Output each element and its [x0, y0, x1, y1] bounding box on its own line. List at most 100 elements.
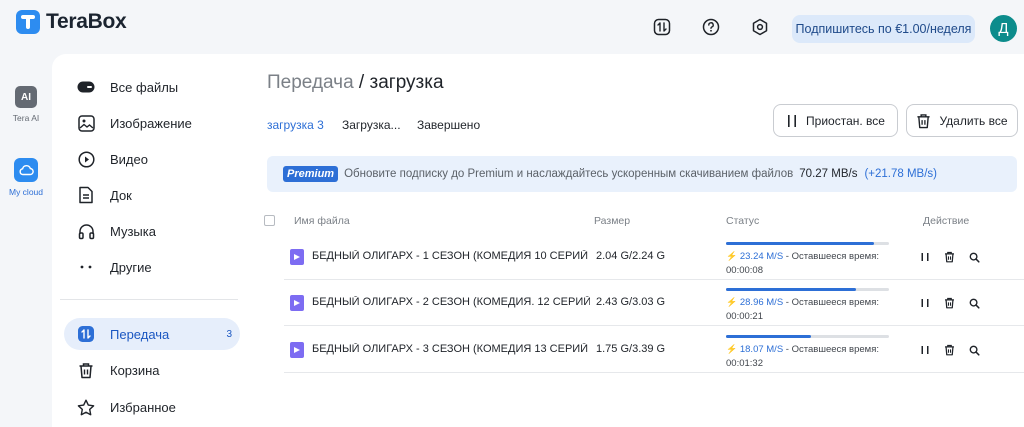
remaining-label: - Оставшееся время:	[783, 344, 879, 355]
trash-icon	[917, 113, 931, 128]
logo-text: TeraBox	[46, 10, 127, 33]
sidebar-item-label: Передача	[110, 326, 170, 342]
remaining-time: 00:01:32	[726, 358, 763, 369]
file-size: 1.75 G/3.39 G	[596, 343, 666, 355]
video-icon	[76, 149, 96, 169]
sidebar-item-other[interactable]: Другие	[64, 251, 240, 283]
headphones-icon	[76, 221, 96, 241]
star-icon	[76, 397, 96, 417]
sidebar-item-label: Музыка	[110, 223, 156, 239]
avatar[interactable]: Д	[990, 15, 1017, 42]
file-name: БЕДНЫЙ ОЛИГАРХ - 3 СЕЗОН (КОМЕДИЯ 13 СЕР…	[312, 343, 590, 355]
sidebar-item-label: Корзина	[110, 362, 160, 378]
progress-bar	[726, 335, 889, 338]
transfer-icon	[76, 324, 96, 344]
progress-fill	[726, 288, 857, 291]
pause-icon[interactable]	[918, 343, 932, 357]
breadcrumb-separator: /	[353, 72, 370, 93]
sidebar-item-video[interactable]: Видео	[64, 143, 240, 175]
tab-download[interactable]: загрузка 3	[267, 118, 324, 132]
page-title: Передача / загрузка	[267, 72, 444, 94]
image-icon	[76, 113, 96, 133]
sidebar-item-images[interactable]: Изображение	[64, 107, 240, 139]
delete-icon[interactable]	[942, 250, 956, 264]
premium-badge: Premium	[283, 166, 339, 182]
terabox-logo[interactable]: TeraBox	[16, 10, 127, 34]
top-header: TeraBox Подпишитесь по €1.00/неделя Д	[0, 0, 1024, 54]
tab-completed[interactable]: Завершено	[417, 118, 480, 132]
rail-label-tera-ai: Tera AI	[12, 113, 40, 123]
breadcrumb-download: загрузка	[369, 72, 444, 93]
search-icon[interactable]	[967, 250, 981, 264]
premium-extra-speed: (+21.78 MB/s)	[864, 168, 937, 180]
sidebar-item-trash[interactable]: Корзина	[64, 354, 240, 386]
progress-bar	[726, 242, 889, 245]
sidebar-item-favorites[interactable]: Избранное	[64, 391, 240, 423]
progress-fill	[726, 335, 811, 338]
select-all-checkbox[interactable]	[264, 215, 275, 226]
delete-icon[interactable]	[942, 343, 956, 357]
sidebar-item-label: Все файлы	[110, 79, 179, 95]
pause-all-label: Приостан. все	[806, 113, 885, 128]
search-icon[interactable]	[967, 343, 981, 357]
sidebar-item-label: Видео	[110, 151, 148, 167]
lightning-icon: ⚡	[726, 297, 738, 307]
column-header-size: Размер	[594, 215, 631, 227]
file-name: БЕДНЫЙ ОЛИГАРХ - 1 СЕЗОН (КОМЕДИЯ 10 СЕР…	[312, 250, 590, 262]
sidebar: Все файлы Изображение Видео Док Музыка Д…	[52, 54, 250, 427]
document-icon	[76, 185, 96, 205]
cloud-icon	[14, 158, 38, 182]
transfer-icon[interactable]	[652, 17, 672, 37]
file-size: 2.43 G/3.03 G	[596, 296, 666, 308]
sidebar-item-label: Избранное	[110, 399, 176, 415]
pause-icon[interactable]	[918, 250, 932, 264]
file-size: 2.04 G/2.24 G	[596, 250, 666, 262]
sidebar-item-transfer[interactable]: Передача 3	[64, 318, 240, 350]
lightning-icon: ⚡	[726, 251, 738, 261]
more-dots-icon	[76, 257, 96, 277]
progress-fill	[726, 242, 875, 245]
table-row[interactable]: БЕДНЫЙ ОЛИГАРХ - 3 СЕЗОН (КОМЕДИЯ 13 СЕР…	[284, 327, 1024, 373]
rail-label-my-cloud: My cloud	[8, 187, 43, 197]
status-speed: ⚡ 23.24 M/S - Оставшееся время:	[726, 251, 879, 262]
premium-banner[interactable]: Premium Обновите подписку до Premium и н…	[267, 156, 1017, 192]
delete-icon[interactable]	[942, 296, 956, 310]
breadcrumb-transfer[interactable]: Передача	[267, 72, 354, 93]
sidebar-item-label: Другие	[110, 259, 152, 275]
sidebar-item-label: Док	[110, 187, 132, 203]
table-row[interactable]: БЕДНЫЙ ОЛИГАРХ - 1 СЕЗОН (КОМЕДИЯ 10 СЕР…	[284, 234, 1024, 280]
settings-icon[interactable]	[750, 17, 770, 37]
download-speed: 28.96 M/S	[739, 297, 784, 308]
pause-all-button[interactable]: Приостан. все	[773, 104, 898, 137]
progress-bar	[726, 288, 889, 291]
download-speed: 18.07 M/S	[739, 344, 784, 355]
search-icon[interactable]	[967, 296, 981, 310]
lightning-icon: ⚡	[726, 344, 738, 354]
tab-uploading[interactable]: Загрузка...	[342, 118, 401, 132]
video-file-icon	[290, 249, 304, 265]
column-header-status: Статус	[726, 215, 760, 227]
table-row[interactable]: БЕДНЫЙ ОЛИГАРХ - 2 СЕЗОН (КОМЕДИЯ. 12 СЕ…	[284, 280, 1024, 326]
column-header-name: Имя файла	[294, 215, 350, 227]
rail-item-tera-ai[interactable]: AI Tera AI	[0, 86, 52, 123]
sidebar-item-all-files[interactable]: Все файлы	[64, 71, 240, 103]
help-icon[interactable]	[701, 17, 721, 37]
sidebar-item-docs[interactable]: Док	[64, 179, 240, 211]
subscribe-button[interactable]: Подпишитесь по €1.00/неделя	[792, 15, 975, 43]
pause-icon	[788, 114, 797, 127]
sidebar-item-label: Изображение	[110, 115, 192, 131]
video-file-icon	[290, 342, 304, 358]
delete-all-button[interactable]: Удалить все	[906, 104, 1018, 137]
pause-icon[interactable]	[918, 296, 932, 310]
all-files-icon	[76, 77, 96, 97]
left-rail: AI Tera AI My cloud	[0, 54, 52, 427]
status-speed: ⚡ 28.96 M/S - Оставшееся время:	[726, 297, 879, 308]
download-speed: 23.24 M/S	[739, 251, 784, 262]
status-speed: ⚡ 18.07 M/S - Оставшееся время:	[726, 344, 879, 355]
rail-item-my-cloud[interactable]: My cloud	[0, 158, 52, 197]
file-name: БЕДНЫЙ ОЛИГАРХ - 2 СЕЗОН (КОМЕДИЯ. 12 СЕ…	[312, 296, 590, 308]
terabox-logo-icon	[16, 10, 40, 34]
sidebar-item-music[interactable]: Музыка	[64, 215, 240, 247]
video-file-icon	[290, 295, 304, 311]
main-panel: Передача / загрузка загрузка 3 Загрузка.…	[250, 54, 1024, 427]
